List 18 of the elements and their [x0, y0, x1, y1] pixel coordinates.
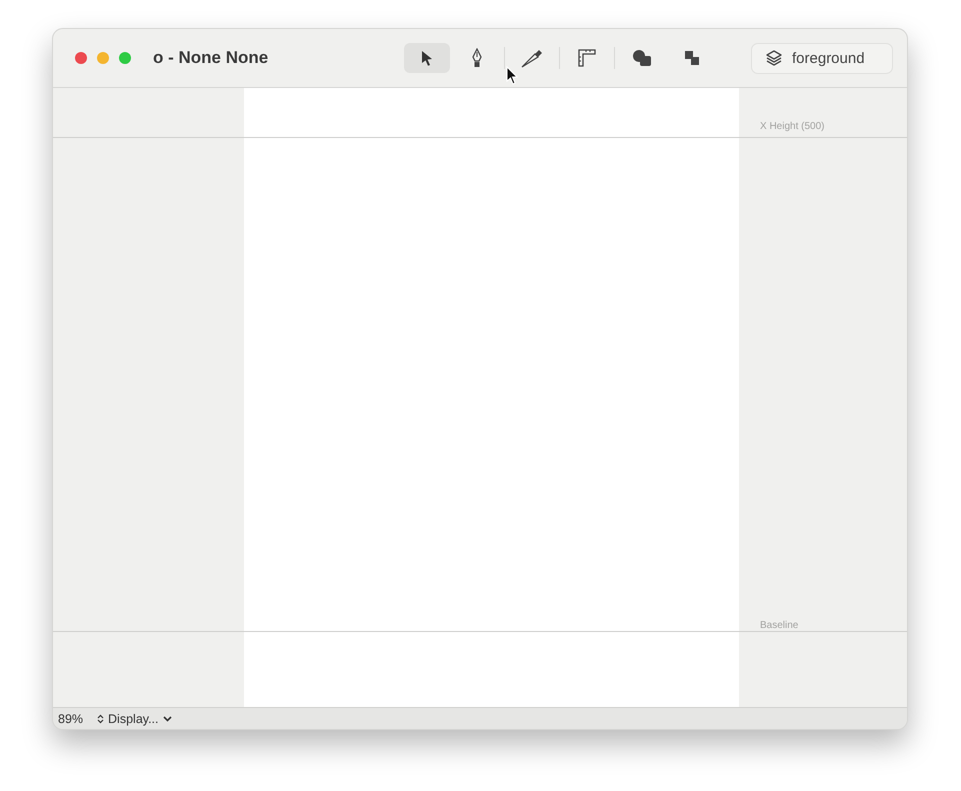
- pen-nib-icon: [471, 48, 483, 68]
- tool-button[interactable]: [404, 43, 450, 73]
- knife-icon: [521, 48, 543, 68]
- chevron-down-icon: [162, 716, 172, 722]
- layer-button[interactable]: foreground: [751, 42, 893, 74]
- stepper-icon: [97, 714, 104, 724]
- window-title: o - None None: [153, 48, 270, 68]
- pointer-icon: [421, 50, 433, 66]
- guide-label: Baseline: [760, 620, 798, 631]
- guide-label: X Height (500): [760, 121, 824, 132]
- close-button[interactable]: [75, 52, 87, 64]
- overlapping-squares-icon: [684, 50, 700, 66]
- zoom-level: 89%: [58, 712, 84, 726]
- ruler-icon: [578, 49, 596, 67]
- layers-icon: [766, 50, 782, 66]
- overlapping-shapes-icon: [632, 49, 652, 67]
- display-dropdown[interactable]: Display...: [97, 712, 172, 726]
- mouse-cursor-icon: [506, 66, 518, 85]
